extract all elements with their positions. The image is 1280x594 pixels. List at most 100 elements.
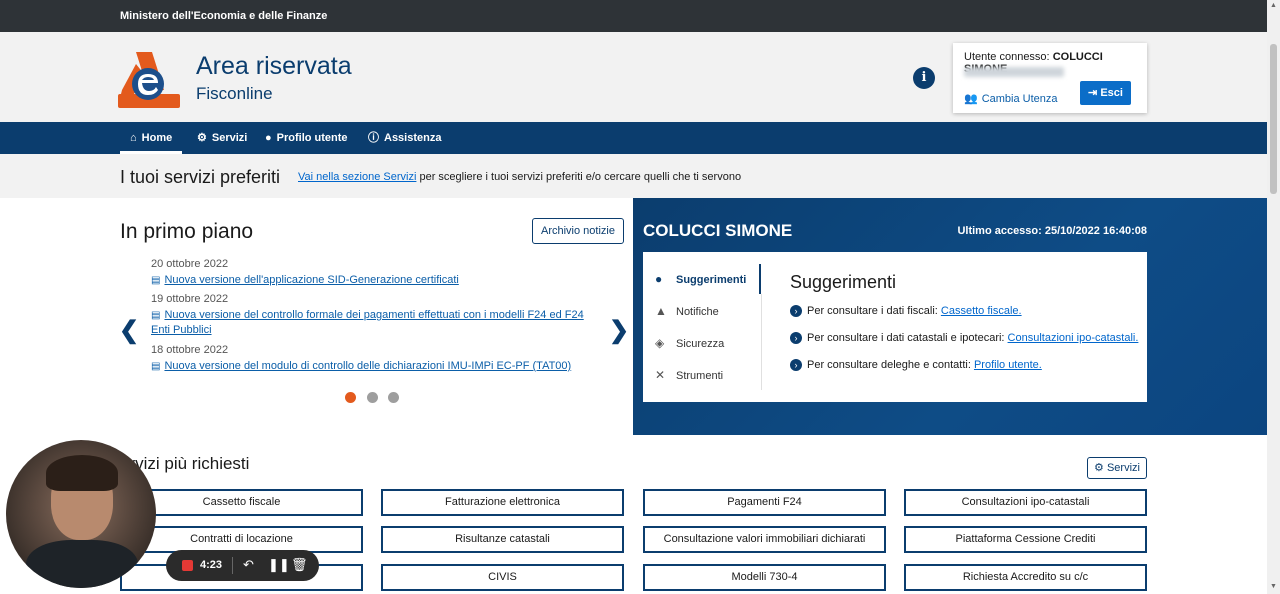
arrow-circle-icon: ›	[790, 332, 802, 344]
header: Area riservata Fisconline i Utente conne…	[0, 32, 1267, 122]
carousel-dot-3[interactable]	[388, 392, 399, 403]
webcam-person-body	[26, 540, 138, 588]
preferiti-section: I tuoi servizi preferiti Vai nella sezio…	[0, 154, 1267, 198]
tab-suggerimenti[interactable]: ● Suggerimenti	[655, 272, 746, 286]
nav-servizi[interactable]: ⚙ Servizi	[197, 122, 247, 154]
news-date: 20 ottobre 2022	[151, 258, 229, 270]
news-link[interactable]: ▤ Nuova versione del controllo formale de…	[151, 308, 591, 338]
tab-notifiche[interactable]: ▲ Notifiche	[655, 304, 719, 318]
document-icon: ▤	[151, 275, 161, 286]
service-pagamenti-f24[interactable]: Pagamenti F24	[643, 489, 886, 516]
connected-user-label: Utente connesso:	[964, 51, 1050, 63]
carousel-prev-icon[interactable]: ❮	[119, 316, 139, 345]
service-risultanze-catastali[interactable]: Risultanze catastali	[381, 526, 624, 553]
blurred-fiscal-code	[964, 67, 1064, 77]
servizi-section-link[interactable]: Vai nella sezione Servizi	[298, 171, 416, 183]
tab-strumenti[interactable]: ✕ Strumenti	[655, 368, 723, 382]
home-icon: ⌂	[130, 132, 137, 144]
service-contratti-locazione[interactable]: Contratti di locazione	[120, 526, 363, 553]
ministry-bar: Ministero dell'Economia e delle Finanze	[0, 0, 1267, 32]
archivio-notizie-button[interactable]: Archivio notizie	[532, 218, 624, 244]
recorder-divider	[232, 557, 233, 574]
info-circle-icon: ⓘ	[368, 132, 379, 144]
scroll-thumb[interactable]	[1270, 44, 1277, 194]
service-accredito-cc[interactable]: Richiesta Accredito su c/c	[904, 564, 1147, 591]
service-valori-immobiliari[interactable]: Consultazione valori immobiliari dichiar…	[643, 526, 886, 553]
logout-label: Esci	[1100, 87, 1123, 99]
cogs-icon: ⚙	[197, 132, 207, 144]
user-icon: ●	[265, 132, 272, 144]
service-cassetto-fiscale[interactable]: Cassetto fiscale	[120, 489, 363, 516]
scroll-down-icon[interactable]: ▼	[1270, 583, 1277, 590]
recorder-controls: 4:23 ↶ ❚❚ 🗑	[166, 550, 319, 581]
pause-icon[interactable]: ❚❚	[268, 557, 290, 573]
news-date: 18 ottobre 2022	[151, 344, 229, 356]
suggerimenti-card: ● Suggerimenti ▲ Notifiche ◈ Sicurezza ✕ Str…	[643, 252, 1147, 402]
service-fatturazione-elettronica[interactable]: Fatturazione elettronica	[381, 489, 624, 516]
servizi-button[interactable]: ⚙ Servizi	[1087, 457, 1147, 479]
shield-icon: ◈	[655, 336, 665, 350]
app-subtitle: Fisconline	[196, 84, 273, 103]
suggestion-text: Per consultare i dati fiscali:	[807, 305, 941, 317]
recording-time: 4:23	[200, 559, 223, 571]
nav-home[interactable]: ⌂ Home	[120, 122, 183, 154]
active-tab-indicator	[759, 264, 761, 294]
stop-record-icon[interactable]	[182, 560, 193, 571]
nav-home-label: Home	[141, 132, 173, 144]
news-title: Nuova versione dell'applicazione SID-Gen…	[164, 274, 459, 286]
tab-sicurezza[interactable]: ◈ Sicurezza	[655, 336, 724, 350]
primo-piano-panel: In primo piano Archivio notizie ❮ ❯ 20 o…	[0, 198, 633, 435]
main-nav: ⌂ Home ⚙ Servizi ● Profilo utente ⓘ Assisten…	[0, 122, 1267, 154]
ipo-catastali-link[interactable]: Consultazioni ipo-catastali.	[1008, 332, 1139, 344]
users-icon: 👥	[964, 93, 978, 105]
service-modelli-730-4[interactable]: Modelli 730-4	[643, 564, 886, 591]
service-cessione-crediti[interactable]: Piattaforma Cessione Crediti	[904, 526, 1147, 553]
info-icon[interactable]: i	[913, 67, 935, 89]
tab-notifiche-label: Notifiche	[676, 306, 719, 318]
arrow-circle-icon: ›	[790, 305, 802, 317]
agenzia-entrate-logo[interactable]	[118, 50, 180, 108]
trash-icon[interactable]: 🗑	[291, 557, 308, 573]
primo-piano-title: In primo piano	[120, 220, 254, 243]
page-scrollbar[interactable]: ▲ ▼	[1267, 0, 1280, 594]
nav-assistenza-label: Assistenza	[384, 132, 442, 144]
tab-suggerimenti-label: Suggerimenti	[676, 274, 747, 286]
carousel-dot-1[interactable]	[345, 392, 356, 403]
app-title: Area riservata	[196, 52, 352, 80]
news-link[interactable]: ▤ Nuova versione dell'applicazione SID-Ge…	[151, 273, 591, 288]
service-ipo-catastali[interactable]: Consultazioni ipo-catastali	[904, 489, 1147, 516]
preferiti-desc: Vai nella sezione Servizi per scegliere …	[298, 171, 741, 183]
profile-name: COLUCCI SIMONE	[643, 221, 793, 240]
nav-servizi-label: Servizi	[211, 132, 248, 144]
preferiti-title: I tuoi servizi preferiti	[120, 167, 281, 187]
tab-divider	[761, 294, 762, 390]
cassetto-fiscale-link[interactable]: Cassetto fiscale.	[941, 305, 1022, 317]
lightbulb-icon: ●	[655, 272, 663, 286]
cambia-utenza-link[interactable]: 👥 Cambia Utenza	[964, 92, 1058, 105]
arrow-circle-icon: ›	[790, 359, 802, 371]
profile-panel: COLUCCI SIMONE Ultimo accesso: 25/10/202…	[633, 198, 1267, 435]
carousel-next-icon[interactable]: ❯	[609, 316, 629, 345]
document-icon: ▤	[151, 310, 161, 321]
webcam-overlay	[6, 440, 156, 588]
profilo-utente-link[interactable]: Profilo utente.	[974, 359, 1042, 371]
suggestion-line: › Per consultare i dati catastali e ipote…	[790, 332, 1138, 344]
ministry-name: Ministero dell'Economia e delle Finanze	[120, 10, 328, 22]
nav-profilo-label: Profilo utente	[276, 132, 348, 144]
scroll-up-icon[interactable]: ▲	[1270, 2, 1277, 9]
suggestion-text: Per consultare deleghe e contatti:	[807, 359, 974, 371]
news-title: Nuova versione del controllo formale dei…	[151, 309, 584, 336]
nav-assistenza[interactable]: ⓘ Assistenza	[368, 122, 441, 154]
tools-icon: ✕	[655, 368, 666, 382]
news-date: 19 ottobre 2022	[151, 293, 229, 305]
suggerimenti-title: Suggerimenti	[790, 272, 897, 292]
service-civis[interactable]: CIVIS	[381, 564, 624, 591]
carousel-dot-2[interactable]	[367, 392, 378, 403]
undo-icon[interactable]: ↶	[243, 557, 254, 573]
suggestion-line: › Per consultare i dati fiscali: Cassetto…	[790, 305, 1022, 317]
logout-button[interactable]: ⇥ Esci	[1080, 81, 1131, 105]
nav-profilo[interactable]: ● Profilo utente	[265, 122, 348, 154]
news-title: Nuova versione del modulo di controllo d…	[164, 360, 572, 372]
news-link[interactable]: ▤ Nuova versione del modulo di controllo …	[151, 359, 591, 374]
cogs-icon: ⚙	[1094, 462, 1104, 474]
